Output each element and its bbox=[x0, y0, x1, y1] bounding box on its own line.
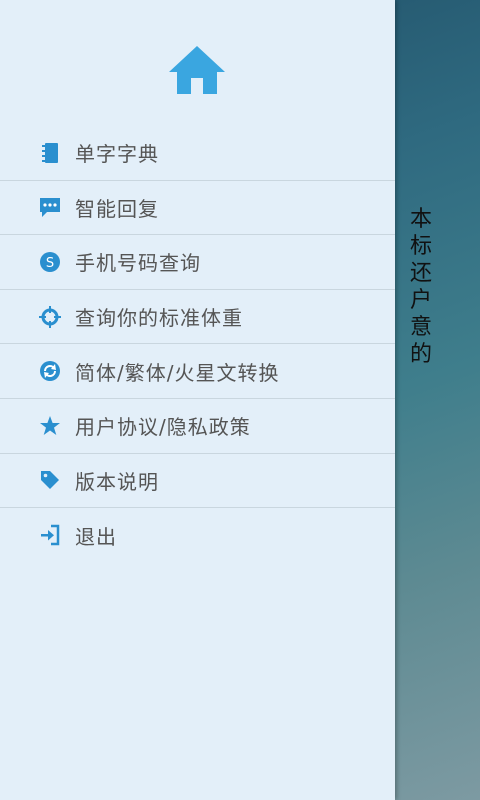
menu-item-exit[interactable]: 退出 bbox=[0, 508, 395, 563]
menu-item-dictionary[interactable]: 单字字典 bbox=[0, 126, 395, 181]
star-icon bbox=[39, 415, 61, 437]
menu-item-label: 用户协议/隐私政策 bbox=[75, 415, 251, 440]
refresh-icon bbox=[39, 360, 61, 382]
book-icon bbox=[39, 142, 61, 164]
skype-icon: S bbox=[39, 251, 61, 273]
menu-item-label: 查询你的标准体重 bbox=[75, 306, 243, 331]
svg-text:S: S bbox=[46, 256, 54, 271]
menu-item-label: 单字字典 bbox=[75, 142, 159, 167]
menu-item-label: 版本说明 bbox=[75, 469, 159, 494]
menu-item-standard-weight[interactable]: 查询你的标准体重 bbox=[0, 290, 395, 345]
menu-item-label: 手机号码查询 bbox=[75, 251, 201, 276]
menu-item-version-info[interactable]: 版本说明 bbox=[0, 454, 395, 509]
menu-item-label: 智能回复 bbox=[75, 196, 159, 221]
menu-item-text-convert[interactable]: 简体/繁体/火星文转换 bbox=[0, 344, 395, 399]
menu-item-label: 简体/繁体/火星文转换 bbox=[75, 360, 280, 385]
menu-item-phone-lookup[interactable]: S 手机号码查询 bbox=[0, 235, 395, 290]
menu-item-privacy-policy[interactable]: 用户协议/隐私政策 bbox=[0, 399, 395, 454]
drawer-menu: 单字字典 智能回复 S 手机号码查询 查询你的标准体重 简体/繁体/火星文转换 … bbox=[0, 126, 395, 563]
tag-icon bbox=[39, 469, 61, 491]
home-icon[interactable] bbox=[167, 44, 227, 96]
navigation-drawer: 单字字典 智能回复 S 手机号码查询 查询你的标准体重 简体/繁体/火星文转换 … bbox=[0, 0, 395, 800]
chat-icon bbox=[39, 196, 61, 218]
crosshair-icon bbox=[39, 305, 61, 328]
menu-item-smart-reply[interactable]: 智能回复 bbox=[0, 181, 395, 236]
menu-item-label: 退出 bbox=[75, 524, 117, 549]
sign-in-icon bbox=[39, 524, 61, 546]
